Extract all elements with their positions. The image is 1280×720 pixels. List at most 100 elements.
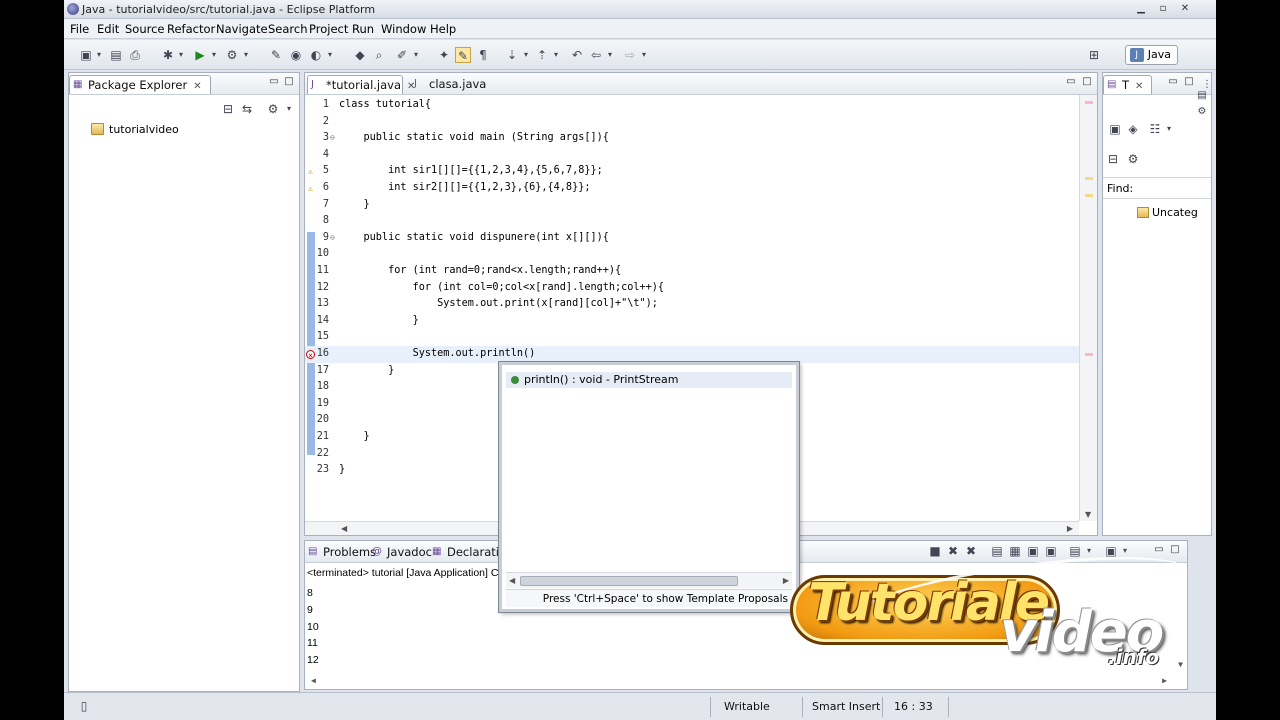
chevron-down-icon[interactable]: ▾ bbox=[412, 47, 420, 63]
remove-all-icon[interactable]: ✖ bbox=[963, 543, 979, 559]
collapse-all-icon[interactable]: ⊟ bbox=[220, 101, 236, 117]
show-on-output-icon[interactable]: ▣ bbox=[1025, 543, 1041, 559]
chevron-down-icon[interactable]: ▾ bbox=[552, 47, 560, 63]
new-java-project-icon[interactable]: ✎ bbox=[268, 47, 284, 63]
open-type-icon[interactable]: ◆ bbox=[352, 47, 368, 63]
fold-icon[interactable]: ⊖ bbox=[330, 130, 335, 147]
menu-edit[interactable]: Edit bbox=[97, 22, 119, 36]
menu-run[interactable]: Run bbox=[352, 22, 374, 36]
last-edit-icon[interactable]: ↶ bbox=[569, 47, 585, 63]
minimize-view-icon[interactable]: ▭ bbox=[268, 76, 280, 88]
chevron-down-icon[interactable]: ▾ bbox=[285, 101, 293, 117]
overview-warning-mark[interactable] bbox=[1085, 194, 1093, 197]
save-icon[interactable]: ▤ bbox=[108, 47, 124, 63]
chevron-down-icon[interactable]: ▾ bbox=[177, 47, 185, 63]
menu-navigate[interactable]: Navigate bbox=[216, 22, 268, 36]
search-icon[interactable]: ⌕ bbox=[371, 47, 387, 63]
code-line[interactable]: 14 } bbox=[305, 313, 1079, 330]
new-package-icon[interactable]: ◉ bbox=[288, 47, 304, 63]
proposal-item[interactable]: println() : void - PrintStream bbox=[506, 372, 792, 388]
code-line[interactable]: 4 bbox=[305, 147, 1079, 164]
close-icon[interactable]: ✕ bbox=[1178, 2, 1192, 16]
minimize-view-icon[interactable]: ▭ bbox=[1153, 544, 1165, 556]
menu-search[interactable]: Search bbox=[268, 22, 308, 36]
chevron-down-icon[interactable]: ▾ bbox=[522, 47, 530, 63]
warning-icon[interactable]: ⚠ bbox=[306, 184, 315, 193]
chevron-down-icon[interactable]: ▾ bbox=[1085, 543, 1093, 559]
chevron-down-icon[interactable]: ▾ bbox=[606, 47, 614, 63]
tab-tutorial-java[interactable]: J *tutorial.java ✕ bbox=[307, 75, 415, 94]
scroll-right-icon[interactable]: ▶ bbox=[783, 576, 789, 585]
menu-file[interactable]: File bbox=[70, 22, 89, 36]
external-tools-icon[interactable]: ⚙ bbox=[224, 47, 240, 63]
code-line[interactable]: 15 bbox=[305, 329, 1079, 346]
code-line[interactable]: 10 bbox=[305, 246, 1079, 263]
view-menu-icon[interactable]: ☷ bbox=[1147, 121, 1163, 137]
editor-vertical-scrollbar[interactable]: ▼ bbox=[1079, 95, 1097, 521]
tree-item-project[interactable]: tutorialvideo bbox=[91, 123, 179, 136]
popup-horizontal-scrollbar[interactable]: ◀ ▶ bbox=[506, 572, 792, 588]
focus-icon[interactable]: ⚙ bbox=[1125, 151, 1141, 167]
find-input[interactable] bbox=[1133, 180, 1209, 196]
link-with-editor-icon[interactable]: ⇆ bbox=[239, 101, 255, 117]
open-perspective-icon[interactable]: ⊞ bbox=[1086, 47, 1102, 63]
minimize-view-icon[interactable]: ▭ bbox=[1065, 76, 1077, 88]
scroll-left-icon[interactable]: ◀ bbox=[509, 576, 515, 585]
code-line[interactable]: 1 class tutorial{ bbox=[305, 97, 1079, 114]
minimize-view-icon[interactable]: ▭ bbox=[1167, 76, 1179, 88]
overview-warning-mark[interactable] bbox=[1085, 177, 1093, 180]
code-line[interactable]: 16 System.out.println() × bbox=[305, 346, 1079, 363]
show-whitespace-icon[interactable]: ¶ bbox=[475, 47, 491, 63]
view-menu-icon[interactable]: ⚙ bbox=[265, 101, 281, 117]
new-task-icon[interactable]: ▣ bbox=[1107, 121, 1123, 137]
tab-task-list[interactable]: ▤ T ✕ bbox=[1103, 75, 1153, 94]
menu-window[interactable]: Window bbox=[381, 22, 426, 36]
clear-console-icon[interactable]: ▤ bbox=[989, 543, 1005, 559]
tab-clasa-java[interactable]: J clasa.java bbox=[411, 75, 494, 94]
fast-view-icon[interactable]: ▯ bbox=[76, 698, 92, 714]
code-line[interactable]: 2 bbox=[305, 114, 1079, 131]
back-icon[interactable]: ⇦ bbox=[588, 47, 604, 63]
chevron-down-icon[interactable]: ▾ bbox=[1165, 121, 1173, 137]
toggle-highlight-icon[interactable]: ✎ bbox=[455, 47, 471, 63]
overview-error-mark[interactable] bbox=[1085, 353, 1093, 356]
code-line[interactable]: 7 } bbox=[305, 197, 1079, 214]
forward-icon[interactable]: ⇨ bbox=[622, 47, 638, 63]
side-trim-icons[interactable]: ▤ ⚙ bbox=[1195, 88, 1209, 128]
menu-project[interactable]: Project bbox=[309, 22, 348, 36]
error-icon[interactable]: × bbox=[306, 350, 315, 360]
tab-package-explorer[interactable]: ▦ Package Explorer ✕ bbox=[69, 75, 211, 94]
code-line[interactable]: 12 for (int col=0;col<x[rand].length;col… bbox=[305, 280, 1079, 297]
code-line[interactable]: 11 for (int rand=0;rand<x.length;rand++)… bbox=[305, 263, 1079, 280]
code-line[interactable]: 6 int sir2[][]={{1,2,3},{6},{4,8}}; ⚠ bbox=[305, 180, 1079, 197]
scroll-lock-icon[interactable]: ▦ bbox=[1007, 543, 1023, 559]
code-line[interactable]: 9 public static void dispunere(int x[][]… bbox=[305, 230, 1079, 247]
chevron-down-icon[interactable]: ▾ bbox=[210, 47, 218, 63]
filter-icon[interactable]: ◈ bbox=[1125, 121, 1141, 137]
next-annotation-icon[interactable]: ⇣ bbox=[504, 47, 520, 63]
maximize-view-icon[interactable]: □ bbox=[1183, 76, 1195, 88]
scroll-left-icon[interactable]: ◀ bbox=[341, 524, 347, 533]
chevron-down-icon[interactable]: ▾ bbox=[95, 47, 103, 63]
overview-error-mark[interactable] bbox=[1085, 101, 1093, 104]
scroll-left-icon[interactable]: ◀ bbox=[311, 676, 316, 685]
collapse-all-icon[interactable]: ⊟ bbox=[1105, 151, 1121, 167]
display-console-icon[interactable]: ▤ bbox=[1067, 543, 1083, 559]
terminate-icon[interactable]: ■ bbox=[927, 543, 943, 559]
run-icon[interactable]: ▶ bbox=[192, 47, 208, 63]
menu-source[interactable]: Source bbox=[125, 22, 165, 36]
print-icon[interactable]: ⎙ bbox=[127, 47, 143, 63]
fold-icon[interactable]: ⊖ bbox=[330, 230, 335, 247]
code-line[interactable]: 13 System.out.print(x[rand][col]+"\t"); bbox=[305, 296, 1079, 313]
java-perspective-button[interactable]: J Java bbox=[1124, 45, 1178, 65]
toggle-mark-icon[interactable]: ✦ bbox=[436, 47, 452, 63]
minimize-icon[interactable]: ▁ bbox=[1134, 2, 1148, 16]
chevron-down-icon[interactable]: ▾ bbox=[326, 47, 334, 63]
remove-launch-icon[interactable]: ✖ bbox=[945, 543, 961, 559]
code-line[interactable]: 8 bbox=[305, 213, 1079, 230]
new-class-icon[interactable]: ◐ bbox=[308, 47, 324, 63]
pin-console-icon[interactable]: ▣ bbox=[1043, 543, 1059, 559]
scrollbar-thumb[interactable] bbox=[520, 576, 738, 586]
maximize-view-icon[interactable]: □ bbox=[283, 76, 295, 88]
close-icon[interactable]: ✕ bbox=[193, 81, 201, 92]
